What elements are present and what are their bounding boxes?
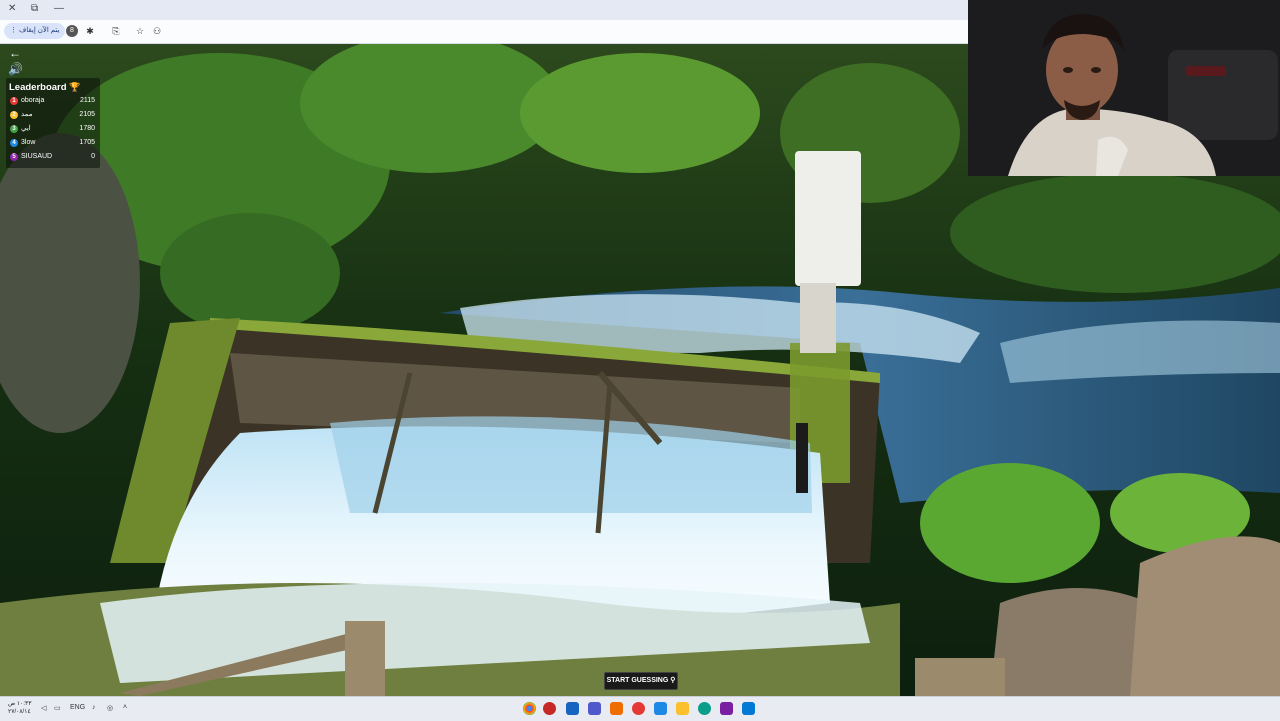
leaderboard-row: 1 oboraja 2115 (9, 94, 97, 108)
chrome-app-icon[interactable] (523, 702, 536, 715)
player-score: 1780 (79, 125, 95, 132)
start-menu-icon[interactable] (742, 702, 755, 715)
trophy-icon: 🏆 (69, 82, 81, 92)
map-pin-icon: ⚲ (670, 677, 676, 684)
photos-app-icon[interactable] (720, 702, 733, 715)
back-arrow-icon[interactable]: ← (8, 46, 22, 60)
start-guessing-button[interactable]: START GUESSING ⚲ (604, 672, 678, 690)
office-app-icon[interactable] (610, 702, 623, 715)
edge-app-icon[interactable] (698, 702, 711, 715)
chip-menu-icon: ⋮ (10, 27, 19, 34)
windows-taskbar: ١٠:٣٣ ص ٢٧/٠٨/١٤ ◁ ▭ ENG ♪ ◎ ˄ (0, 696, 1280, 721)
player-name: 3low (21, 139, 36, 146)
taskbar-clock[interactable]: ١٠:٣٣ ص ٢٧/٠٨/١٤ (8, 700, 31, 716)
leaderboard-row: 2 ممد 2105 (9, 108, 97, 122)
rank-badge: 1 (10, 97, 18, 105)
clock-time: ١٠:٣٣ ص (8, 701, 32, 707)
leaderboard-row: 5 SIUSAUD 0 (9, 150, 97, 164)
cast-icon[interactable]: ⚇ (151, 25, 163, 37)
player-score: 2105 (79, 111, 95, 118)
store-app-icon[interactable] (566, 702, 579, 715)
clock-date: ٢٧/٠٨/١٤ (8, 709, 31, 715)
microphone-icon[interactable]: ♪ (92, 704, 96, 711)
share-icon[interactable]: ⎘ (110, 25, 122, 37)
player-name: SIUSAUD (21, 153, 53, 160)
window-controls: ✕ ⧉ — (0, 0, 968, 20)
player-score: 0 (91, 153, 95, 160)
profile-chip-label: يتم الآن إيقاف (18, 27, 60, 34)
extensions-icon[interactable]: ✱ (84, 25, 96, 37)
minimize-window-icon[interactable]: — (54, 3, 64, 14)
browser-window-bar: ✕ ⧉ — ⋮ يتم الآن إيقاف 8 ✱ ⎘ ☆ ⚇ (0, 0, 968, 44)
webcam-image (968, 0, 1280, 176)
player-score: 1705 (79, 139, 95, 146)
player-name: ايي (21, 125, 31, 132)
leaderboard-row: 4 3low 1705 (9, 136, 97, 150)
bookmark-star-icon[interactable]: ☆ (134, 25, 146, 37)
webcam-feed (968, 0, 1280, 176)
player-name: ممد (21, 111, 33, 118)
rank-badge: 2 (10, 111, 18, 119)
leaderboard-title: Leaderboard 🏆 (9, 80, 97, 94)
display-icon[interactable]: ▭ (54, 704, 61, 712)
player-score: 2115 (79, 97, 95, 104)
firefox-app-icon[interactable] (632, 702, 645, 715)
player-name: oboraja (21, 97, 45, 104)
leaderboard-title-text: Leaderboard (9, 82, 67, 93)
teams-app-icon[interactable] (588, 702, 601, 715)
network-icon[interactable]: ◎ (107, 704, 113, 712)
profile-chip[interactable]: ⋮ يتم الآن إيقاف (4, 23, 66, 39)
tray-chevron-up-icon[interactable]: ˄ (123, 704, 127, 711)
restore-window-icon[interactable]: ⧉ (31, 3, 38, 14)
close-window-icon[interactable]: ✕ (8, 3, 16, 14)
leaderboard-panel: Leaderboard 🏆 1 oboraja 2115 2 ممد 2105 … (6, 78, 100, 168)
browser-toolbar: ⋮ يتم الآن إيقاف 8 ✱ ⎘ ☆ ⚇ (0, 20, 968, 44)
leaderboard-row: 3 ايي 1780 (9, 122, 97, 136)
start-guessing-label: START GUESSING (606, 677, 669, 684)
language-indicator[interactable]: ENG (70, 704, 85, 711)
extension-badge-icon[interactable]: 8 (66, 25, 78, 37)
notification-icon[interactable]: ◁ (41, 704, 46, 712)
rank-badge: 5 (10, 153, 18, 161)
file-explorer-icon[interactable] (676, 702, 689, 715)
recording-app-icon[interactable] (543, 702, 556, 715)
rank-badge: 3 (10, 125, 18, 133)
mail-app-icon[interactable] (654, 702, 667, 715)
rank-badge: 4 (10, 139, 18, 147)
speaker-icon[interactable]: 🔊 (8, 62, 23, 76)
